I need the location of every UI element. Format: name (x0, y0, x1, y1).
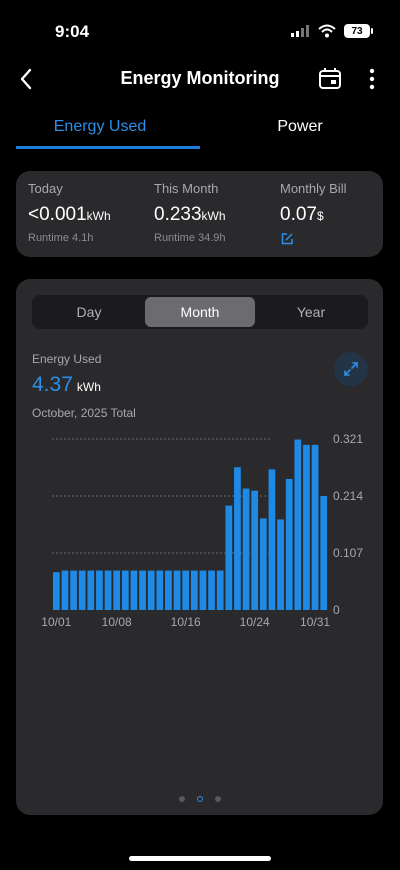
page-indicator (16, 796, 383, 802)
x-tick-label: 10/24 (240, 615, 270, 629)
chart-bar (113, 570, 121, 610)
chart-bar (234, 467, 241, 610)
chart-bar (225, 505, 233, 610)
status-time: 9:04 (55, 22, 90, 41)
stat-today-label: Today (28, 181, 63, 196)
chart-bar (199, 570, 207, 610)
status-bar: 9:04 73 (0, 0, 400, 60)
stat-bill-number: 0.07 (280, 204, 317, 225)
stat-bill-label: Monthly Bill (280, 181, 347, 196)
tab-bar: Energy Used Power (0, 110, 400, 152)
nav-bar: Energy Monitoring (0, 60, 400, 100)
y-tick-label: 0.214 (333, 489, 363, 503)
chart-bar (61, 570, 69, 610)
stat-bill-value: 0.07$ (280, 204, 346, 226)
stat-month-value: 0.233kWh (154, 204, 226, 226)
y-tick-label: 0.321 (333, 432, 363, 446)
tab-power[interactable]: Power (200, 118, 400, 136)
y-tick-label: 0.107 (333, 546, 363, 560)
cellular-signal-icon (291, 25, 309, 37)
stat-today: Today <0.001kWh Runtime 4.1h (28, 181, 111, 244)
stat-month-number: 0.233 (154, 204, 202, 225)
chart-bar (294, 439, 302, 610)
chart-bar (87, 570, 95, 610)
stat-today-runtime: Runtime 4.1h (28, 232, 94, 244)
home-indicator (129, 856, 271, 861)
chart-bar (268, 469, 276, 610)
edit-icon[interactable] (280, 232, 294, 246)
chart-bar (104, 570, 112, 610)
chart-bar (277, 519, 284, 610)
x-tick-label: 10/16 (171, 615, 201, 629)
x-tick-label: 10/31 (300, 615, 330, 629)
chart-bar (139, 570, 146, 610)
page-dot (214, 796, 221, 802)
summary-card: Today <0.001kWh Runtime 4.1h This Month … (16, 171, 383, 257)
page-dot (178, 796, 185, 802)
chart-bar (121, 570, 129, 610)
chart-bar (156, 570, 164, 610)
wifi-icon (318, 24, 336, 38)
chart-bar (165, 570, 172, 610)
chart-bar (70, 570, 77, 610)
energy-bar-chart: 0.321 0.214 0.107 0 10/01 10/08 10/16 10/24 10/3… (41, 432, 363, 629)
energy-period: October, 2025 Total (32, 406, 136, 420)
chart-bar (130, 570, 138, 610)
chart-card: Day Month Year Energy Used 4.37 kWh Octob… (16, 279, 383, 815)
expand-chart-button[interactable] (334, 352, 368, 386)
y-tick-label: 0 (333, 603, 340, 617)
stat-month: This Month 0.233kWh Runtime 34.9h (154, 181, 226, 244)
segment-year[interactable]: Year (256, 297, 366, 327)
status-icons: 73 (290, 24, 373, 38)
tab-energy-used[interactable]: Energy Used (0, 118, 200, 136)
energy-used-unit: kWh (76, 380, 101, 394)
chart-bar (285, 478, 293, 610)
stat-bill-unit: $ (316, 209, 324, 223)
more-options-icon[interactable] (362, 65, 382, 93)
chart-bar (190, 570, 198, 610)
stat-bill: Monthly Bill 0.07$ (280, 181, 346, 251)
x-tick-label: 10/08 (102, 615, 132, 629)
chart-bar (208, 570, 215, 610)
chart-bar (52, 572, 60, 610)
active-tab-indicator (16, 146, 200, 149)
chart-bar (311, 444, 319, 610)
chart-bar (78, 570, 86, 610)
energy-used-total: 4.37 kWh (32, 373, 101, 397)
calendar-icon[interactable] (316, 65, 344, 93)
stat-today-unit: kWh (86, 209, 111, 223)
energy-used-value: 4.37 (32, 373, 73, 396)
battery-icon: 73 (344, 24, 373, 38)
stat-today-value: <0.001kWh (28, 204, 111, 226)
chart-bar (320, 496, 328, 610)
chart-bar (216, 570, 224, 610)
segment-month[interactable]: Month (145, 297, 255, 327)
chart-bar (182, 570, 190, 610)
stat-month-label: This Month (154, 181, 219, 196)
energy-used-label: Energy Used (32, 352, 102, 366)
chart-bar (242, 488, 250, 610)
stat-today-number: <0.001 (28, 204, 87, 225)
segment-day[interactable]: Day (34, 297, 144, 327)
chart-bar (259, 518, 267, 610)
chart-bar (251, 490, 259, 610)
stat-month-unit: kWh (201, 209, 226, 223)
page-dot-active (196, 796, 203, 802)
x-tick-label: 10/01 (41, 615, 71, 629)
stat-month-runtime: Runtime 34.9h (154, 232, 226, 244)
chart-bar (173, 570, 181, 610)
chart-bar (303, 444, 310, 610)
expand-icon (344, 362, 358, 376)
chart-bar (96, 570, 103, 610)
chart-bar (147, 570, 155, 610)
period-selector: Day Month Year (32, 295, 368, 329)
